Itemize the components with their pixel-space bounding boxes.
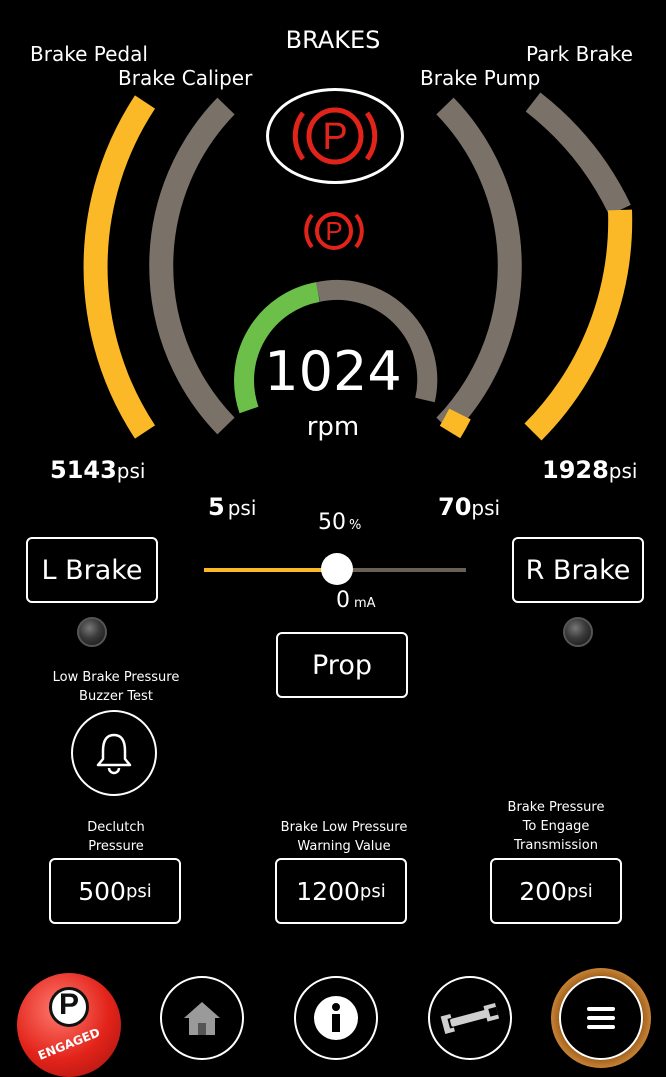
park-brake-gauge-fill — [524, 209, 633, 441]
park-letter: P — [58, 988, 79, 1021]
rpm-value: 1024 — [264, 340, 402, 403]
buzzer-test-label-line1: Low Brake Pressure — [52, 670, 180, 685]
slider-current-value: 0 — [336, 588, 350, 613]
l-brake-button[interactable]: L Brake — [26, 537, 158, 603]
l-brake-indicator-led — [77, 617, 107, 647]
brake-pump-gauge-track — [436, 97, 522, 435]
declutch-pressure-value: 500 — [78, 876, 126, 906]
prop-slider-handle[interactable] — [321, 553, 353, 585]
slider-percent-unit: % — [349, 518, 362, 533]
brake-caliper-gauge-track — [149, 97, 235, 435]
engage-transmission-unit: psi — [566, 880, 593, 902]
park-warning-button[interactable]: P — [266, 88, 404, 184]
declutch-pressure-label-line1: Declutch — [87, 820, 145, 835]
park-engaged-status: ENGAGED — [36, 1025, 102, 1063]
menu-button[interactable] — [551, 968, 651, 1068]
buzzer-test-button[interactable] — [71, 710, 157, 796]
brake-pump-value: 70 — [438, 493, 472, 521]
buzzer-test-label: Low Brake Pressure Buzzer Test — [30, 668, 202, 706]
engage-transmission-label-line2: To Engage — [522, 819, 590, 834]
prop-slider-fill — [204, 568, 335, 572]
engage-transmission-label: Brake Pressure To Engage Transmission — [470, 798, 642, 855]
slider-current: 0 mA — [336, 588, 376, 613]
declutch-pressure-field[interactable]: 500 psi — [49, 858, 181, 924]
parking-brake-indicator-icon: P — [304, 212, 364, 250]
brake-pedal-gauge-fill — [83, 95, 156, 439]
slider-current-unit: mA — [354, 596, 376, 611]
brake-caliper-value: 5 — [208, 493, 225, 521]
brake-caliper-unit: psi — [227, 496, 257, 520]
info-icon — [314, 996, 358, 1040]
brake-pump-gauge-fill — [439, 408, 471, 439]
engage-transmission-label-line3: Transmission — [514, 838, 598, 853]
prop-button[interactable]: Prop — [276, 632, 408, 698]
low-pressure-warning-field[interactable]: 1200 psi — [275, 858, 407, 924]
rpm-unit: rpm — [306, 412, 360, 442]
brake-pump-unit: psi — [471, 496, 501, 520]
svg-text:P: P — [325, 216, 342, 246]
slider-percent-value: 50 — [318, 510, 346, 535]
svg-text:P: P — [322, 116, 347, 158]
declutch-pressure-label-line2: Pressure — [88, 839, 144, 854]
info-button[interactable] — [294, 976, 378, 1060]
park-brake-reading: 1928psi — [542, 456, 637, 484]
bell-icon — [96, 733, 132, 775]
brake-pedal-reading: 5143psi — [50, 456, 145, 484]
home-icon — [184, 1002, 220, 1035]
wrench-icon — [440, 1003, 500, 1034]
low-pressure-warning-label-line1: Brake Low Pressure — [280, 820, 408, 835]
brake-caliper-reading: 5 psi — [208, 493, 256, 521]
park-brake-engaged-button[interactable]: P ENGAGED — [17, 973, 121, 1077]
park-brake-value: 1928 — [542, 456, 609, 484]
low-pressure-warning-label-line2: Warning Value — [297, 839, 391, 854]
low-pressure-warning-label: Brake Low Pressure Warning Value — [254, 818, 434, 856]
home-button[interactable] — [160, 976, 244, 1060]
low-pressure-warning-unit: psi — [359, 880, 386, 902]
r-brake-button[interactable]: R Brake — [512, 537, 644, 603]
declutch-pressure-label: Declutch Pressure — [30, 818, 202, 856]
r-brake-indicator-led — [563, 617, 593, 647]
prop-slider-track[interactable] — [204, 553, 466, 585]
engage-transmission-label-line1: Brake Pressure — [507, 800, 605, 815]
engage-transmission-field[interactable]: 200 psi — [490, 858, 622, 924]
declutch-pressure-unit: psi — [125, 880, 152, 902]
buzzer-test-label-line2: Buzzer Test — [79, 689, 153, 704]
engage-transmission-value: 200 — [519, 876, 567, 906]
brake-pump-reading: 70psi — [438, 493, 500, 521]
menu-icon — [587, 1007, 615, 1029]
park-brake-unit: psi — [608, 459, 638, 483]
brake-pedal-unit: psi — [116, 459, 146, 483]
parking-brake-icon: P — [292, 107, 378, 165]
park-brake-gauge-track — [525, 92, 631, 216]
brake-pedal-value: 5143 — [50, 456, 117, 484]
tools-button[interactable] — [428, 976, 512, 1060]
low-pressure-warning-value: 1200 — [296, 876, 360, 906]
slider-percent: 50% — [318, 510, 361, 535]
